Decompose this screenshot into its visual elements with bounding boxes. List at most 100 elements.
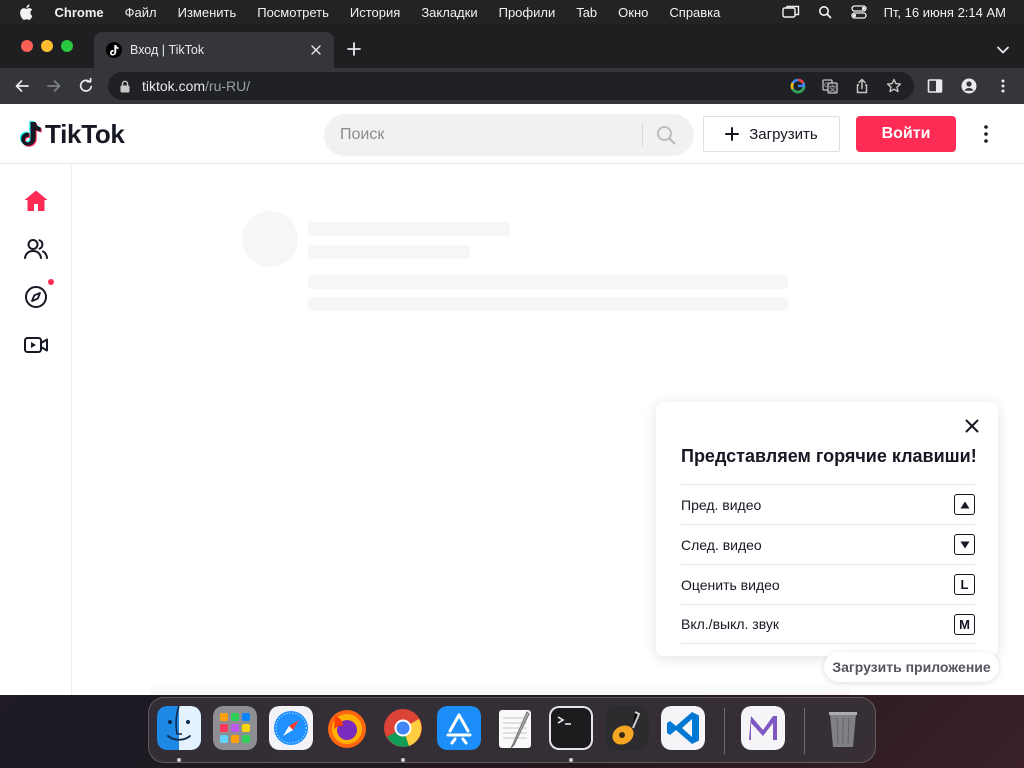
side-nav <box>0 165 72 695</box>
dock-separator <box>804 708 805 754</box>
translate-icon[interactable]: 文G <box>820 76 840 96</box>
svg-text:文: 文 <box>829 84 836 93</box>
tab-close-icon[interactable] <box>308 42 324 58</box>
lock-icon[interactable] <box>120 79 132 93</box>
terminal-icon[interactable] <box>549 706 593 750</box>
shortcut-label: Вкл./выкл. звук <box>681 616 779 632</box>
logo-wordmark: TikTok <box>45 119 125 149</box>
menubar-clock[interactable]: Пт, 16 июня 2:14 AM <box>884 5 1006 20</box>
launchpad-icon[interactable] <box>213 706 257 750</box>
upload-button[interactable]: Загрузить <box>703 116 840 152</box>
content-edge-shadow <box>150 680 850 695</box>
close-window-button[interactable] <box>21 40 33 52</box>
get-app-label: Загрузить приложение <box>832 659 991 675</box>
new-tab-icon[interactable] <box>345 40 363 58</box>
forward-arrow-icon[interactable] <box>44 76 64 96</box>
search-divider <box>642 124 643 146</box>
menu-profiles[interactable]: Профили <box>488 5 566 20</box>
shortcuts-title: Представляем горячие клавиши! <box>681 446 977 466</box>
upload-button-label: Загрузить <box>749 125 818 143</box>
skeleton-line <box>308 275 788 289</box>
chrome-menu-kebab-icon[interactable] <box>994 76 1012 96</box>
shortcut-label: След. видео <box>681 536 762 553</box>
shortcuts-list: Пред. видео След. видео Оценить видео L … <box>681 484 975 644</box>
home-icon[interactable] <box>22 187 50 215</box>
search-icon[interactable] <box>654 124 678 146</box>
visual-studio-icon[interactable] <box>741 706 785 750</box>
menu-file[interactable]: Файл <box>114 5 167 20</box>
tab-strip: Вход | TikTok <box>0 24 1024 68</box>
shortcut-label: Оценить видео <box>681 576 780 593</box>
address-bar[interactable]: tiktok.com/ru-RU/ 文G <box>108 72 914 100</box>
plus-icon <box>725 127 740 141</box>
trash-icon[interactable] <box>821 706 865 750</box>
menu-help[interactable]: Справка <box>659 5 731 20</box>
svg-text:G: G <box>824 82 829 89</box>
dock <box>148 697 876 763</box>
tiktok-logo-icon <box>19 120 42 147</box>
menu-history[interactable]: История <box>339 5 410 20</box>
vscode-icon[interactable] <box>661 706 705 750</box>
firefox-icon[interactable] <box>325 706 369 750</box>
tiktok-page: TikTok Загрузить Войти <box>0 104 1024 695</box>
safari-icon[interactable] <box>269 706 313 750</box>
reload-icon[interactable] <box>76 76 96 96</box>
running-indicator <box>401 758 405 762</box>
tab-title: Вход | TikTok <box>130 43 205 57</box>
shortcut-row-prev-video: Пред. видео <box>681 484 975 524</box>
explore-compass-icon[interactable] <box>22 279 54 311</box>
garageband-icon[interactable] <box>605 706 649 750</box>
skeleton-line <box>308 245 470 259</box>
tab-tiktok-login[interactable]: Вход | TikTok <box>94 32 334 68</box>
running-indicator <box>569 758 573 762</box>
menu-edit[interactable]: Изменить <box>167 5 247 20</box>
back-arrow-icon[interactable] <box>12 76 32 96</box>
menu-window[interactable]: Окно <box>608 5 659 20</box>
following-icon[interactable] <box>22 235 50 263</box>
url-path: /ru-RU/ <box>205 78 251 94</box>
apple-icon[interactable] <box>8 4 44 20</box>
search-input[interactable] <box>324 114 624 156</box>
site-header: TikTok Загрузить Войти <box>0 104 1024 164</box>
menu-bar: Chrome Файл Изменить Посмотреть История … <box>0 0 1024 24</box>
shortcut-row-like-video: Оценить видео L <box>681 564 975 604</box>
spotlight-search-icon[interactable] <box>816 5 834 19</box>
bookmark-star-icon[interactable] <box>884 76 904 96</box>
menu-bookmarks[interactable]: Закладки <box>411 5 488 20</box>
chrome-icon[interactable] <box>381 706 425 750</box>
login-button[interactable]: Войти <box>856 116 956 152</box>
live-video-icon[interactable] <box>22 331 50 359</box>
tiktok-logo[interactable]: TikTok <box>16 119 125 150</box>
menu-app-chrome[interactable]: Chrome <box>44 5 114 20</box>
search-bar <box>324 114 694 156</box>
chrome-window: Вход | TikTok tiktok.com/ru-RU/ 文 G TikT… <box>0 24 1024 695</box>
minimize-window-button[interactable] <box>41 40 53 52</box>
shortcut-key: M <box>954 613 975 635</box>
screen-mirroring-icon[interactable] <box>781 5 800 19</box>
url-host: tiktok.com <box>142 78 206 94</box>
fullscreen-window-button[interactable] <box>61 40 73 52</box>
get-app-button[interactable]: Загрузить приложение <box>824 652 999 682</box>
finder-icon[interactable] <box>157 706 201 750</box>
shortcut-row-mute: Вкл./выкл. звук M <box>681 604 975 644</box>
skeleton-line <box>308 222 510 236</box>
browser-toolbar: tiktok.com/ru-RU/ 文G <box>0 68 1024 104</box>
more-options-icon[interactable] <box>976 122 996 146</box>
menu-view[interactable]: Посмотреть <box>247 5 340 20</box>
app-store-icon[interactable] <box>437 706 481 750</box>
notification-dot <box>48 279 54 285</box>
google-lens-icon[interactable] <box>788 76 808 96</box>
skeleton-line <box>308 297 788 311</box>
tab-search-chevron-down-icon[interactable] <box>996 42 1010 54</box>
control-center-icon[interactable] <box>850 5 868 19</box>
menu-tab[interactable]: Tab <box>566 5 608 20</box>
textedit-icon[interactable] <box>493 706 537 750</box>
skeleton-avatar <box>242 211 298 267</box>
tiktok-favicon-icon <box>106 42 122 58</box>
shortcut-label: Пред. видео <box>681 496 762 513</box>
share-icon[interactable] <box>852 76 872 96</box>
close-icon[interactable] <box>962 416 982 436</box>
profile-avatar-icon[interactable] <box>960 76 978 96</box>
side-panel-icon[interactable] <box>926 76 944 96</box>
shortcut-row-next-video: След. видео <box>681 524 975 564</box>
